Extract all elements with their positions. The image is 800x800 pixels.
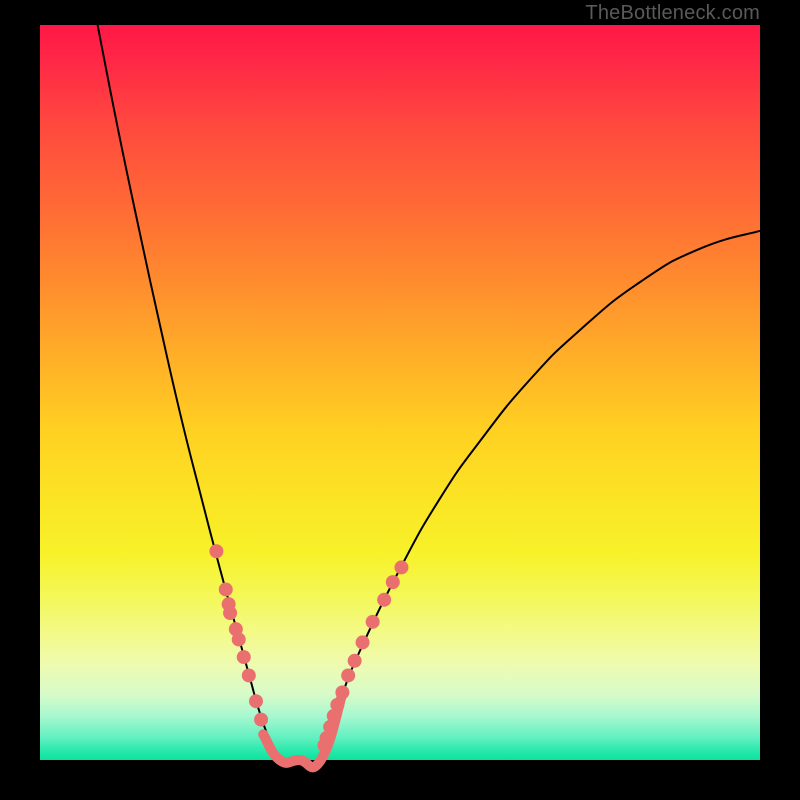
- data-point: [219, 582, 233, 596]
- data-point: [394, 560, 408, 574]
- data-point: [237, 650, 251, 664]
- data-point: [209, 544, 223, 558]
- chart-container: TheBottleneck.com: [0, 0, 800, 800]
- data-point: [356, 635, 370, 649]
- data-point: [330, 698, 344, 712]
- data-point: [377, 593, 391, 607]
- data-point: [335, 685, 349, 699]
- data-point: [249, 694, 263, 708]
- data-point: [386, 575, 400, 589]
- left-branch: [98, 25, 280, 760]
- data-point: [348, 654, 362, 668]
- data-point: [341, 668, 355, 682]
- data-point: [254, 713, 268, 727]
- chart-overlay: [40, 25, 760, 760]
- right-branch: [321, 231, 760, 760]
- watermark-label: TheBottleneck.com: [585, 2, 760, 25]
- data-point: [232, 632, 246, 646]
- data-point: [242, 668, 256, 682]
- left-dot-cluster: [209, 544, 268, 726]
- right-dot-cluster: [317, 560, 408, 752]
- data-point: [223, 606, 237, 620]
- data-point: [366, 615, 380, 629]
